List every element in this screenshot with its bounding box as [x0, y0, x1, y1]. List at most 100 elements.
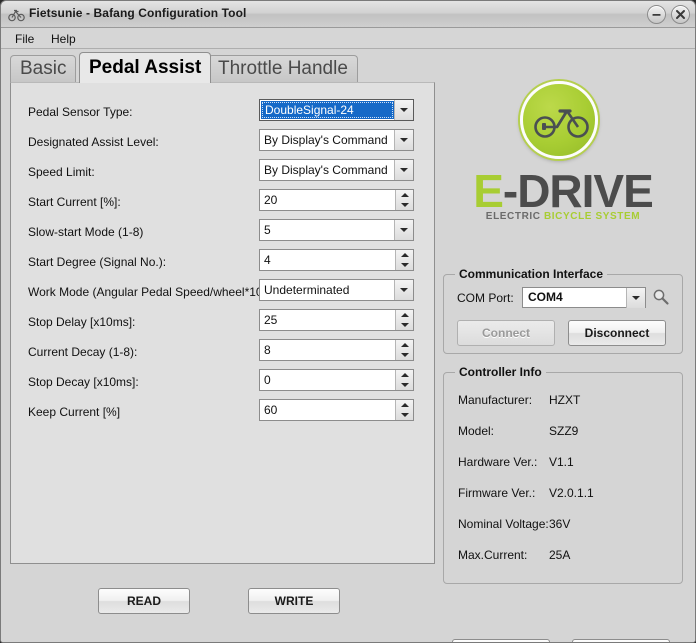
- logo-tagline: ELECTRIC BICYCLE SYSTEM: [438, 211, 688, 222]
- spinner-down-icon[interactable]: [396, 380, 414, 390]
- form-row: Start Degree (Signal No.): 4: [11, 249, 436, 279]
- info-label: Max.Current:: [458, 548, 528, 562]
- spinner-down-icon[interactable]: [396, 200, 414, 210]
- field-select[interactable]: DoubleSignal-24: [259, 99, 414, 121]
- controller-info-group: Controller Info Manufacturer: HZXT Model: S…: [443, 365, 684, 584]
- form-row: Stop Delay [x10ms]: 25: [11, 309, 436, 339]
- form-row: Stop Decay [x10ms]: 0: [11, 369, 436, 399]
- info-label: Nominal Voltage:: [458, 517, 549, 531]
- minimize-button[interactable]: [647, 5, 666, 24]
- field-value: 0: [264, 373, 271, 387]
- close-button[interactable]: [671, 5, 690, 24]
- right-panel: E-DRIVE ELECTRIC BICYCLE SYSTEM Communic…: [438, 52, 688, 642]
- chevron-down-icon[interactable]: [394, 280, 413, 300]
- spinner-up-icon[interactable]: [396, 310, 414, 320]
- field-value: 20: [264, 193, 278, 207]
- form-row: Start Current [%]: 20: [11, 189, 436, 219]
- field-spinner[interactable]: 20: [259, 189, 414, 211]
- read-button[interactable]: READ: [98, 588, 190, 614]
- field-value: By Display's Command: [264, 163, 388, 177]
- info-value: 25A: [549, 548, 571, 562]
- info-value: V1.1: [549, 455, 574, 469]
- info-label: Hardware Ver.:: [458, 455, 538, 469]
- magnifier-icon[interactable]: [652, 288, 670, 311]
- spinner-down-icon[interactable]: [396, 350, 414, 360]
- field-select[interactable]: By Display's Command: [259, 129, 414, 151]
- info-value: V2.0.1.1: [549, 486, 594, 500]
- logo-tagline-bicycle-system: BICYCLE SYSTEM: [543, 211, 641, 222]
- spinner-down-icon[interactable]: [396, 410, 414, 420]
- communication-interface-group: Communication Interface COM Port: COM4 C…: [443, 267, 683, 354]
- form-row: Speed Limit: By Display's Command: [11, 159, 436, 189]
- tab-pedal-assist[interactable]: Pedal Assist: [79, 52, 212, 83]
- menu-bar: File Help: [1, 28, 695, 49]
- spinner-buttons[interactable]: [395, 370, 413, 390]
- spinner-buttons[interactable]: [395, 400, 413, 420]
- field-select[interactable]: By Display's Command: [259, 159, 414, 181]
- controller-info-title: Controller Info: [455, 365, 546, 379]
- field-value: 5: [264, 223, 271, 237]
- form-row: Designated Assist Level: By Display's Com…: [11, 129, 436, 159]
- tab-throttle-handle[interactable]: Throttle Handle: [208, 55, 358, 83]
- spinner-up-icon[interactable]: [396, 340, 414, 350]
- field-spinner[interactable]: 4: [259, 249, 414, 271]
- menu-item-file[interactable]: File: [10, 31, 39, 47]
- info-value: 36V: [549, 517, 571, 531]
- info-row: Hardware Ver.: V1.1: [444, 455, 684, 485]
- info-label: Manufacturer:: [458, 393, 533, 407]
- spinner-buttons[interactable]: [395, 310, 413, 330]
- field-label: Stop Decay [x10ms]:: [28, 375, 139, 389]
- field-value: Undeterminated: [264, 283, 350, 297]
- pedal-assist-panel: Pedal Sensor Type: DoubleSignal-24 Designa…: [10, 82, 435, 564]
- chevron-down-icon[interactable]: [394, 160, 413, 180]
- field-label: Current Decay (1-8):: [28, 345, 138, 359]
- field-label: Stop Delay [x10ms]:: [28, 315, 136, 329]
- field-spinner[interactable]: 0: [259, 369, 414, 391]
- field-label: Speed Limit:: [28, 165, 95, 179]
- spinner-buttons[interactable]: [395, 190, 413, 210]
- spinner-up-icon[interactable]: [396, 250, 414, 260]
- tab-strip: Basic Pedal Assist Throttle Handle: [10, 52, 435, 83]
- field-value: 60: [264, 403, 278, 417]
- title-bar: Fietsunie - Bafang Configuration Tool: [1, 1, 695, 28]
- disconnect-button[interactable]: Disconnect: [568, 320, 666, 346]
- spinner-buttons[interactable]: [395, 250, 413, 270]
- form-row: Pedal Sensor Type: DoubleSignal-24: [11, 99, 436, 129]
- field-select[interactable]: Undeterminated: [259, 279, 414, 301]
- bicycle-in-circle-icon: [520, 81, 598, 159]
- chevron-down-icon[interactable]: [626, 288, 645, 308]
- field-label: Keep Current [%]: [28, 405, 121, 419]
- chevron-down-icon[interactable]: [394, 130, 413, 150]
- read-flash-button[interactable]: Read Flash: [452, 639, 550, 642]
- info-row: Max.Current: 25A: [444, 548, 684, 578]
- spinner-down-icon[interactable]: [396, 320, 414, 330]
- logo-letter-e: E: [473, 165, 504, 217]
- spinner-up-icon[interactable]: [396, 370, 414, 380]
- write-flash-button[interactable]: Write Flash: [572, 639, 670, 642]
- field-label: Slow-start Mode (1-8): [28, 225, 144, 239]
- connect-button[interactable]: Connect: [457, 320, 555, 346]
- write-button[interactable]: WRITE: [248, 588, 340, 614]
- field-select[interactable]: 5: [259, 219, 414, 241]
- field-spinner[interactable]: 25: [259, 309, 414, 331]
- tab-basic[interactable]: Basic: [10, 55, 77, 83]
- info-label: Model:: [458, 424, 495, 438]
- application-window: Fietsunie - Bafang Configuration Tool Fi…: [0, 0, 696, 643]
- chevron-down-icon[interactable]: [394, 100, 413, 120]
- spinner-up-icon[interactable]: [396, 400, 414, 410]
- field-label: Start Degree (Signal No.):: [28, 255, 167, 269]
- spinner-up-icon[interactable]: [396, 190, 414, 200]
- info-row: Manufacturer: HZXT: [444, 393, 684, 423]
- field-spinner[interactable]: 60: [259, 399, 414, 421]
- field-value: By Display's Command: [264, 133, 388, 147]
- chevron-down-icon[interactable]: [394, 220, 413, 240]
- form-row: Keep Current [%] 60: [11, 399, 436, 429]
- info-row: Model: SZZ9: [444, 424, 684, 454]
- communication-interface-title: Communication Interface: [455, 267, 608, 281]
- com-port-select[interactable]: COM4: [522, 287, 646, 308]
- spinner-down-icon[interactable]: [396, 260, 414, 270]
- form-row: Current Decay (1-8): 8: [11, 339, 436, 369]
- menu-item-help[interactable]: Help: [46, 31, 81, 47]
- field-spinner[interactable]: 8: [259, 339, 414, 361]
- spinner-buttons[interactable]: [395, 340, 413, 360]
